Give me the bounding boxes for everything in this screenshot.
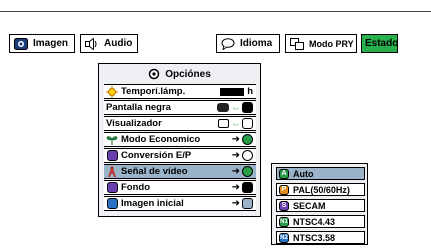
imagen-icon: [14, 37, 28, 50]
menu-item-senal-de-video[interactable]: Señal de vídeo ➜: [104, 164, 256, 179]
display-icon: [218, 119, 229, 128]
options-menu: Opciónes Temporí.lámp. h Pantalla negra …: [98, 63, 261, 217]
menu-item-fondo[interactable]: Fondo ➜: [104, 180, 256, 195]
background-icon: [106, 182, 118, 194]
startup-image-icon: [106, 198, 118, 210]
lamp-hours-bar: [220, 87, 245, 96]
black-option-icon: [242, 182, 253, 193]
tab-estado[interactable]: Estado: [361, 34, 398, 53]
ntsc443-icon: N1: [279, 216, 289, 227]
tab-label: Modo PRY: [309, 38, 354, 49]
tab-imagen[interactable]: Imagen: [9, 34, 75, 53]
right-arrow-icon: ➜: [231, 198, 240, 209]
menu-item-pantalla-negra[interactable]: Pantalla negra ⇔: [104, 100, 256, 115]
menu-item-imagen-inicial[interactable]: Imagen inicial ➜: [104, 196, 256, 211]
tab-audio[interactable]: Audio: [80, 34, 138, 53]
right-arrow-icon: ➜: [231, 182, 240, 193]
menu-item-modo-economico[interactable]: Modo Economico ➜: [104, 132, 256, 147]
conversion-option-icon: [242, 150, 253, 161]
speech-bubble-icon: [221, 37, 235, 50]
conversion-icon: [106, 150, 118, 162]
auto-icon: A: [279, 168, 289, 179]
ntsc358-icon: N2: [279, 232, 289, 243]
image-option-icon: [242, 198, 253, 209]
eco-mode-icon: [106, 134, 118, 146]
leaf-option-icon: [242, 134, 253, 145]
auto-option-icon: [242, 166, 253, 177]
option-ntsc358[interactable]: N2 NTSC3.58: [276, 231, 365, 244]
menu-item-visualizador[interactable]: Visualizador ⇔: [104, 116, 256, 131]
tab-modo-pry[interactable]: Modo PRY: [285, 34, 357, 53]
option-auto[interactable]: A Auto: [276, 167, 365, 180]
lamp-timer-icon: [106, 85, 118, 98]
secam-icon: S: [279, 200, 289, 211]
tab-label: Estado: [365, 38, 399, 49]
right-arrow-icon: ➜: [231, 166, 240, 177]
top-divider: [0, 11, 431, 12]
black-option-icon: [242, 102, 253, 113]
right-arrow-icon: ➜: [231, 134, 240, 145]
toggle-arrows-icon: ⇔: [231, 102, 240, 113]
menu-item-conversion[interactable]: Conversión E/P ➜: [104, 148, 256, 163]
option-secam[interactable]: S SECAM: [276, 199, 365, 212]
tab-label: Idioma: [240, 38, 273, 49]
tab-label: Audio: [104, 38, 133, 49]
gear-icon: [148, 68, 160, 80]
pal-icon: P: [279, 184, 289, 195]
right-arrow-icon: ➜: [231, 150, 240, 161]
menu-item-lamp-timer[interactable]: Temporí.lámp. h: [104, 84, 256, 99]
option-pal[interactable]: P PAL(50/60Hz): [276, 183, 365, 196]
tab-label: Imagen: [33, 38, 69, 49]
option-ntsc443[interactable]: N1 NTSC4.43: [276, 215, 365, 228]
white-option-icon: [242, 118, 253, 129]
menu-title: Opciónes: [99, 64, 260, 84]
tab-idioma[interactable]: Idioma: [216, 34, 280, 53]
video-signal-icon: [106, 166, 118, 178]
video-signal-submenu: A Auto P PAL(50/60Hz) S SECAM N1 NTSC4.4…: [271, 163, 368, 245]
speaker-icon: [85, 37, 99, 50]
projector-mode-icon: [290, 37, 304, 50]
toggle-arrows-icon: ⇔: [231, 118, 240, 129]
dark-screen-icon: [217, 103, 229, 112]
